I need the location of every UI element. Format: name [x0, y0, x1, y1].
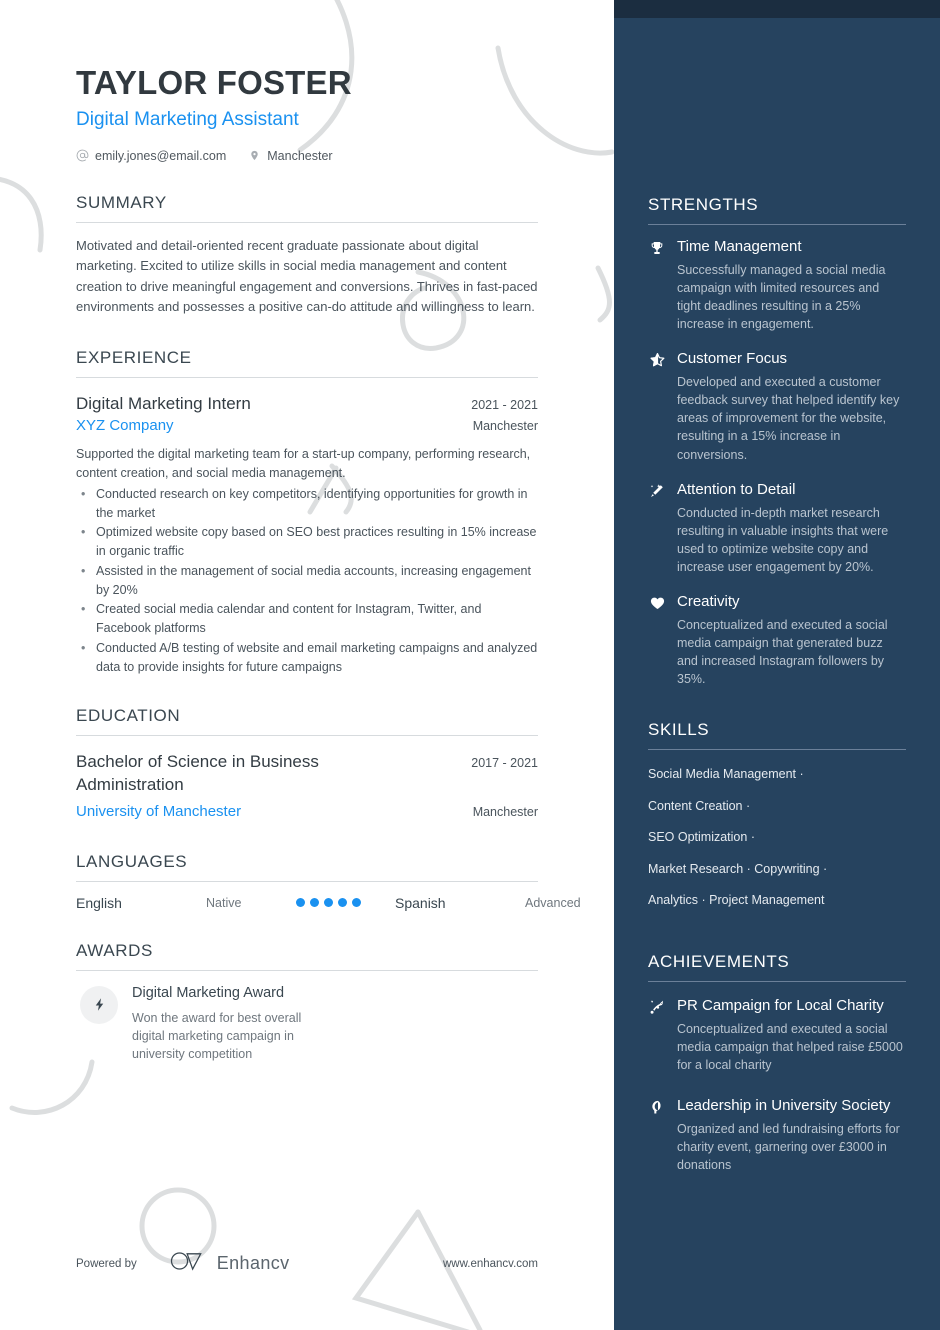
strength-description: Developed and executed a customer feedba… [677, 375, 900, 462]
language-item: English Native [76, 895, 361, 911]
achievement-title: PR Campaign for Local Charity [677, 996, 884, 1014]
footer: Powered by Enhancv www.enhancv.com [76, 1250, 538, 1277]
contact-location: Manchester [248, 148, 333, 163]
education-location: Manchester [472, 804, 538, 819]
strength-title: Customer Focus [677, 350, 788, 368]
education-school[interactable]: University of Manchester [76, 801, 241, 822]
skill-line: Market Research · Copywriting · [648, 861, 828, 876]
section-title-skills: SKILLS [648, 720, 906, 751]
skill-line: SEO Optimization · [648, 830, 755, 845]
strength-description: Successfully managed a social media camp… [677, 262, 886, 332]
languages-list: English Native Spanish Advanced [76, 894, 680, 911]
section-awards: AWARDS Digital Marketing Award Won the a… [76, 941, 538, 1064]
list-item: Optimized website copy based on SEO best… [76, 523, 538, 561]
experience-entry: Digital Marketing Intern 2021 - 2021 XYZ… [76, 393, 538, 677]
language-level: Advanced [525, 895, 581, 910]
magic-wand-icon [648, 483, 666, 576]
page-title: TAYLOR FOSTER [76, 64, 352, 101]
trophy-icon [648, 240, 666, 333]
section-experience: EXPERIENCE Digital Marketing Intern 2021… [76, 348, 538, 677]
contact-email[interactable]: emily.jones@email.com [76, 149, 226, 163]
rating-dot [338, 898, 347, 908]
achievement-item: Leadership in University Society Organiz… [648, 1096, 906, 1174]
list-item: Created social media calendar and conten… [76, 600, 538, 638]
education-dates: 2017 - 2021 [471, 756, 538, 771]
strength-item: Customer Focus Developed and executed a … [648, 349, 906, 463]
rocket-trajectory-icon [648, 999, 666, 1074]
strength-description: Conceptualized and executed a social med… [677, 617, 888, 687]
language-level: Native [206, 895, 242, 910]
section-strengths: STRENGTHS Time Management Successfully m… [648, 195, 906, 688]
language-rating-dots [296, 898, 361, 908]
skill-line: Analytics · Project Management [648, 893, 825, 908]
language-name: English [76, 894, 122, 911]
achievement-description: Organized and led fundraising efforts fo… [677, 1121, 900, 1173]
sidebar-top-strip [614, 0, 940, 18]
section-title-summary: SUMMARY [76, 193, 538, 223]
summary-text: Motivated and detail-oriented recent gra… [76, 237, 538, 315]
list-item: Conducted A/B testing of website and ema… [76, 639, 538, 677]
heart-icon [648, 595, 666, 688]
language-name: Spanish [395, 894, 446, 911]
section-education: EDUCATION Bachelor of Science in Busines… [76, 706, 538, 821]
achievement-title: Leadership in University Society [677, 1096, 891, 1114]
section-summary: SUMMARY Motivated and detail-oriented re… [76, 193, 538, 318]
award-description: Won the award for best overall digital m… [132, 1011, 302, 1062]
experience-position: Digital Marketing Intern [76, 393, 251, 413]
section-title-experience: EXPERIENCE [76, 348, 538, 378]
education-degree: Bachelor of Science in Business Administ… [76, 752, 319, 794]
experience-bullets: Conducted research on key competitors, i… [76, 485, 538, 677]
section-title-awards: AWARDS [76, 941, 538, 971]
education-entry: Bachelor of Science in Business Administ… [76, 751, 538, 821]
section-title-achievements: ACHIEVEMENTS [648, 952, 906, 982]
section-skills: SKILLS Social Media Management · Content… [648, 720, 906, 910]
job-role: Digital Marketing Assistant [76, 108, 299, 130]
experience-company[interactable]: XYZ Company [76, 415, 174, 436]
sidebar: STRENGTHS Time Management Successfully m… [614, 0, 940, 1330]
contact-bar: emily.jones@email.com Manchester [76, 149, 538, 163]
section-title-education: EDUCATION [76, 706, 538, 737]
strength-title: Time Management [677, 238, 802, 255]
rating-dot [352, 898, 361, 908]
rating-dot [296, 898, 305, 908]
powered-by-label: Powered by [76, 1257, 137, 1270]
list-item: Conducted research on key competitors, i… [76, 485, 538, 523]
section-title-languages: LANGUAGES [76, 852, 538, 882]
award-title: Digital Marketing Award [132, 984, 285, 1001]
website-url[interactable]: www.enhancv.com [443, 1258, 538, 1270]
strength-item: Creativity Conceptualized and executed a… [648, 592, 906, 688]
lightning-bolt-icon [80, 985, 118, 1024]
skill-line: Social Media Management · [648, 767, 804, 782]
strength-description: Conducted in-depth market research resul… [677, 505, 889, 574]
experience-location: Manchester [472, 419, 538, 434]
award-item: Digital Marketing Award Won the award fo… [76, 984, 538, 1064]
strength-title: Creativity [677, 593, 740, 611]
brand-logo: Enhancv [169, 1250, 290, 1277]
enhancv-logo-icon [169, 1250, 207, 1277]
section-title-strengths: STRENGTHS [648, 195, 906, 225]
strength-title: Attention to Detail [677, 480, 796, 498]
achievement-item: PR Campaign for Local Charity Conceptual… [648, 996, 906, 1074]
map-pin-icon [248, 149, 261, 162]
at-sign-icon [76, 149, 89, 162]
contact-location-text: Manchester [267, 148, 333, 163]
experience-dates: 2021 - 2021 [471, 397, 538, 412]
head-profile-icon [648, 1099, 666, 1174]
strength-item: Attention to Detail Conducted in-depth m… [648, 480, 906, 576]
resume-page: TAYLOR FOSTER Digital Marketing Assistan… [0, 0, 940, 1330]
half-star-icon [648, 352, 666, 463]
main-column: TAYLOR FOSTER Digital Marketing Assistan… [0, 0, 680, 1330]
section-languages: LANGUAGES English Native Spanish Advance… [76, 852, 680, 911]
rating-dot [310, 898, 319, 908]
list-item: Assisted in the management of social med… [76, 562, 538, 600]
contact-email-text: emily.jones@email.com [95, 148, 227, 163]
strength-item: Time Management Successfully managed a s… [648, 237, 906, 333]
brand-name: Enhancv [216, 1253, 290, 1273]
rating-dot [324, 898, 333, 908]
section-achievements: ACHIEVEMENTS PR Campaign for Local Chari… [648, 952, 906, 1174]
experience-description: Supported the digital marketing team for… [76, 447, 531, 481]
skill-line: Content Creation · [648, 798, 751, 813]
achievement-description: Conceptualized and executed a social med… [677, 1021, 903, 1072]
